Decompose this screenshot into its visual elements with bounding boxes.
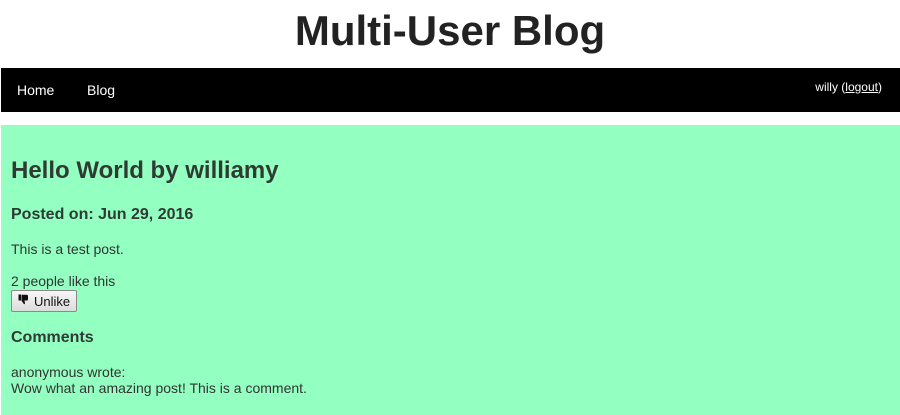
thumbs-down-icon <box>18 294 29 308</box>
like-count: 2 people like this <box>11 273 116 289</box>
navbar: Home Blog willy (logout) <box>1 68 900 112</box>
post-title: Hello World by williamy <box>11 157 279 184</box>
user-status: willy (logout) <box>815 80 882 94</box>
post-date: Posted on: Jun 29, 2016 <box>11 206 194 223</box>
comment-text: Wow what an amazing post! This is a comm… <box>11 380 307 396</box>
post-panel: Hello World by williamy Posted on: Jun 2… <box>1 125 900 415</box>
comment-item: anonymous wrote: Wow what an amazing pos… <box>11 364 307 396</box>
nav-blog-link[interactable]: Blog <box>87 82 115 98</box>
comments-heading: Comments <box>11 329 94 346</box>
site-title: Multi-User Blog <box>294 7 606 54</box>
post-body: This is a test post. <box>11 241 124 257</box>
unlike-button-label: Unlike <box>34 293 71 309</box>
nav-home-link[interactable]: Home <box>17 82 54 98</box>
logout-link[interactable]: logout <box>845 80 878 94</box>
comment-author: anonymous wrote: <box>11 364 126 380</box>
unlike-button[interactable]: Unlike <box>11 290 78 312</box>
username: willy <box>815 80 838 94</box>
